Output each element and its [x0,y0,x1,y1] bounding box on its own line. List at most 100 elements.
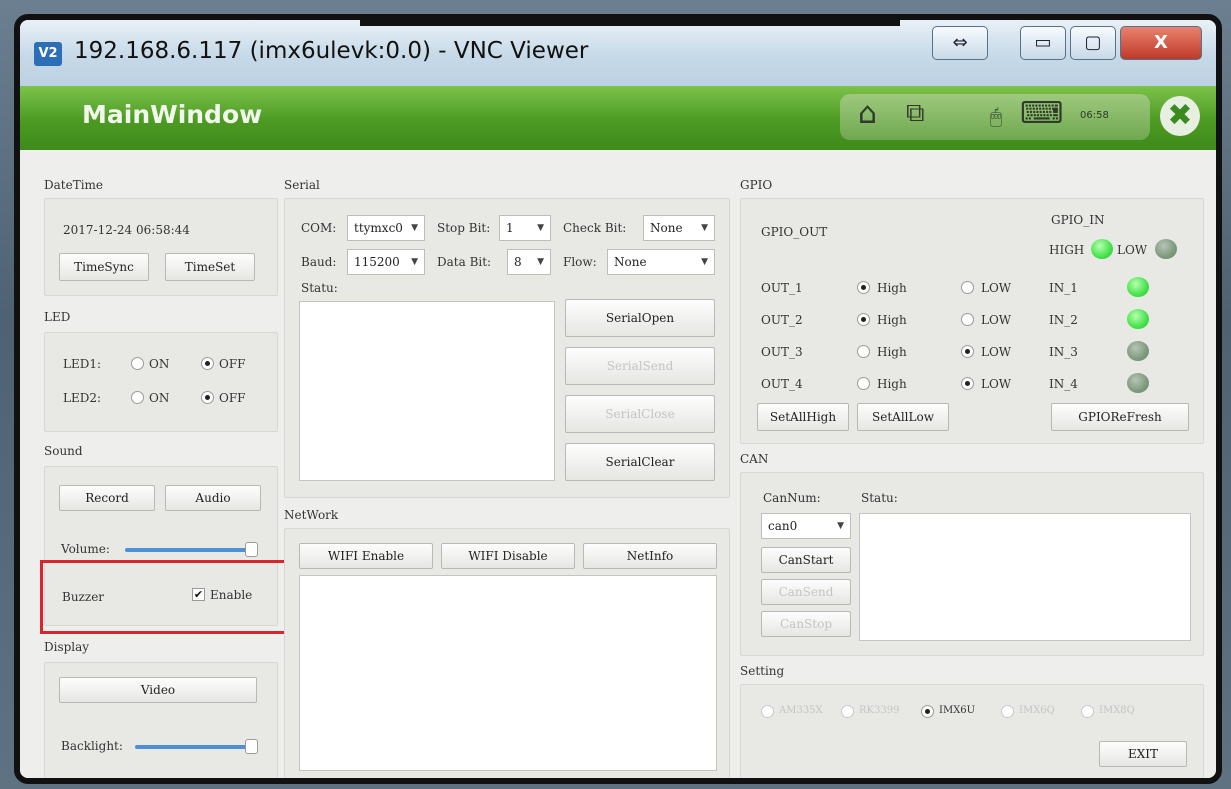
backlight-slider[interactable] [135,745,253,749]
out4-high-label[interactable]: High [877,377,907,391]
am335x-label[interactable]: AM335X [779,705,823,716]
can-num-select[interactable]: can0 ▼ [761,513,851,539]
am335x-radio[interactable] [761,705,774,718]
chevron-down-icon: ▼ [837,521,844,531]
home-icon[interactable]: ⌂ [858,96,877,131]
out2-high-label[interactable]: High [877,313,907,327]
imx6q-radio[interactable] [1001,705,1014,718]
close-icon[interactable]: ✖ [1160,96,1200,136]
led1-off-label[interactable]: OFF [219,357,246,371]
imx8q-label[interactable]: IMX8Q [1099,705,1135,716]
backlight-slider-handle[interactable] [245,739,258,754]
buzzer-enable-label[interactable]: Enable [210,588,252,602]
databit-value: 8 [514,255,522,269]
wifi-enable-button[interactable]: WIFI Enable [299,543,433,569]
led1-off-radio[interactable] [201,357,214,370]
volume-slider-handle[interactable] [245,542,258,557]
out4-low-label[interactable]: LOW [981,377,1011,391]
display-group: Video Backlight: [44,662,278,778]
buzzer-enable-checkbox[interactable]: ✔ [192,588,205,601]
header-toolbar: ⌂ ⧉ 🖱 ⌨ 06:58 [840,94,1150,140]
timeset-button[interactable]: TimeSet [165,253,255,281]
serial-send-button[interactable]: SerialSend [565,347,715,385]
minimize-button[interactable]: ▭ [1020,26,1066,60]
in2-led [1127,309,1149,329]
set-all-high-button[interactable]: SetAllHigh [757,403,849,431]
gpio-low-legend: LOW [1117,243,1148,257]
led-group: LED1: ON OFF LED2: ON OFF [44,332,278,432]
out1-low-label[interactable]: LOW [981,281,1011,295]
out2-high-radio[interactable] [857,313,870,326]
setting-group: AM335X RK3399 IMX6U IMX6Q IMX8Q EXIT [740,684,1204,778]
out4-high-radio[interactable] [857,377,870,390]
serial-clear-button[interactable]: SerialClear [565,443,715,481]
led2-on-radio[interactable] [131,391,144,404]
serial-status-area[interactable] [299,301,555,481]
volume-slider[interactable] [125,548,251,552]
baud-select[interactable]: 115200 ▼ [347,249,425,275]
can-status-area[interactable] [859,513,1191,641]
out1-low-radio[interactable] [961,281,974,294]
timesync-button[interactable]: TimeSync [59,253,149,281]
out1-high-label[interactable]: High [877,281,907,295]
led2-off-label[interactable]: OFF [219,391,246,405]
led2-on-label[interactable]: ON [149,391,169,405]
baud-value: 115200 [354,255,400,269]
com-label: COM: [301,221,337,235]
maximize-button[interactable]: ▢ [1070,26,1116,60]
network-output-area[interactable] [299,575,717,771]
out3-low-radio[interactable] [961,345,974,358]
serial-close-button[interactable]: SerialClose [565,395,715,433]
resize-button[interactable]: ⇔ [932,26,988,60]
exit-button[interactable]: EXIT [1099,741,1187,767]
set-all-low-button[interactable]: SetAllLow [857,403,949,431]
out3-high-radio[interactable] [857,345,870,358]
out2-low-label[interactable]: LOW [981,313,1011,327]
keyboard-icon[interactable]: ⌨ [1020,96,1063,131]
window-titlebar[interactable]: V2 192.168.6.117 (imx6ulevk:0.0) - VNC V… [20,20,1216,86]
buzzer-label: Buzzer [62,590,105,604]
network-group: WIFI Enable WIFI Disable NetInfo [284,528,730,778]
can-label: CAN [740,452,769,466]
out3-label: OUT_3 [761,345,803,359]
out3-low-label[interactable]: LOW [981,345,1011,359]
databit-select[interactable]: 8 ▼ [507,249,551,275]
imx6q-label[interactable]: IMX6Q [1019,705,1055,716]
led1-on-radio[interactable] [131,357,144,370]
rk3399-radio[interactable] [841,705,854,718]
gpio-refresh-button[interactable]: GPIOReFresh [1051,403,1189,431]
wifi-disable-button[interactable]: WIFI Disable [441,543,575,569]
checkbit-select[interactable]: None ▼ [643,215,715,241]
out4-label: OUT_4 [761,377,803,391]
can-send-button[interactable]: CanSend [761,579,851,605]
checkbit-value: None [650,221,683,235]
stopbit-select[interactable]: 1 ▼ [499,215,551,241]
can-num-label: CanNum: [763,491,821,505]
record-button[interactable]: Record [59,485,155,511]
flow-select[interactable]: None ▼ [607,249,715,275]
com-select[interactable]: ttymxc0 ▼ [347,215,425,241]
gpio-label: GPIO [740,178,773,192]
netinfo-button[interactable]: NetInfo [583,543,717,569]
imx8q-radio[interactable] [1081,705,1094,718]
app-title: MainWindow [82,100,263,129]
rk3399-label[interactable]: RK3399 [859,705,899,716]
out2-low-radio[interactable] [961,313,974,326]
out4-low-radio[interactable] [961,377,974,390]
window-icon[interactable]: ⧉ [906,98,925,129]
serial-open-button[interactable]: SerialOpen [565,299,715,337]
com-value: ttymxc0 [354,221,403,235]
window-title: 192.168.6.117 (imx6ulevk:0.0) - VNC View… [74,38,589,64]
out3-high-label[interactable]: High [877,345,907,359]
can-stop-button[interactable]: CanStop [761,611,851,637]
mouse-icon[interactable]: 🖱 [990,104,1002,128]
out1-high-radio[interactable] [857,281,870,294]
imx6u-radio[interactable] [921,705,934,718]
video-button[interactable]: Video [59,677,257,703]
close-window-button[interactable]: X [1120,26,1202,60]
led1-on-label[interactable]: ON [149,357,169,371]
imx6u-label[interactable]: IMX6U [939,705,975,716]
led2-off-radio[interactable] [201,391,214,404]
audio-button[interactable]: Audio [165,485,261,511]
can-start-button[interactable]: CanStart [761,547,851,573]
